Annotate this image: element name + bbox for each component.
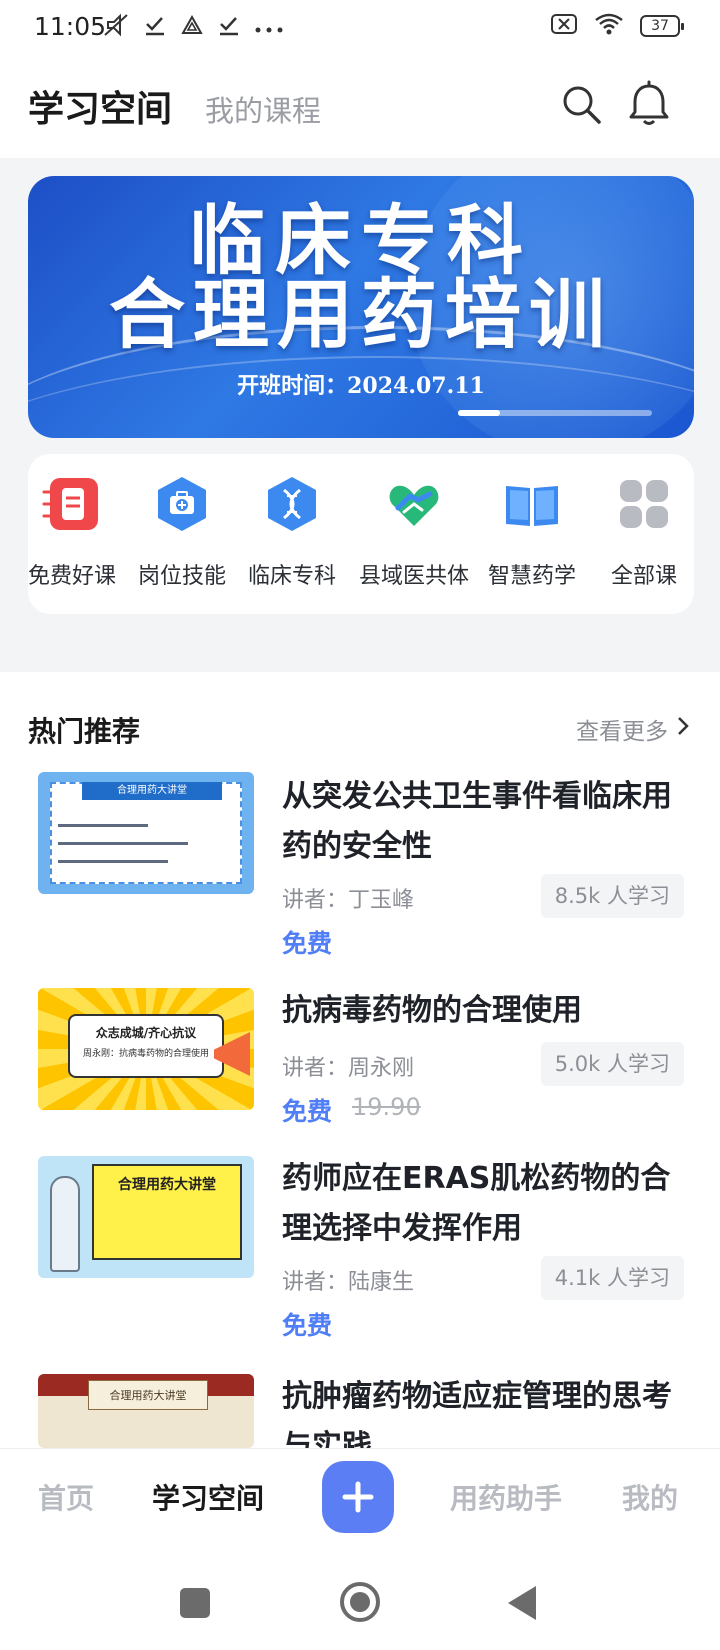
course-lecturer: 讲者：周永刚: [282, 1056, 415, 1081]
thumb-line: [58, 842, 188, 845]
category-clinical[interactable]: 临床专科: [232, 474, 352, 590]
category-label: 全部课: [610, 564, 677, 589]
banner-date: 开班时间：2024.07.11: [237, 373, 485, 399]
home-icon[interactable]: [340, 1582, 380, 1622]
status-bar: 11:05 37: [0, 0, 720, 52]
check-icon: [144, 14, 166, 43]
nav-home[interactable]: 首页: [38, 1477, 94, 1517]
book-icon: [502, 474, 562, 534]
doctor-figure: [50, 1176, 80, 1272]
category-label: 智慧药学: [487, 564, 576, 589]
category-all-courses[interactable]: 全部课: [584, 474, 694, 590]
course-price: 免费: [282, 1311, 333, 1340]
course-thumbnail: 众志成城/齐心抗议 周永刚：抗病毒药物的合理使用: [38, 988, 254, 1110]
category-job-skills[interactable]: 岗位技能: [122, 474, 242, 590]
view-more-link[interactable]: 查看更多: [576, 712, 690, 746]
dna-icon: [262, 474, 322, 534]
course-original-price: 19.90: [352, 1093, 421, 1121]
sim-off-icon: [550, 13, 578, 39]
category-label: 县域医共体: [358, 564, 469, 589]
thumb-title: 合理用药大讲堂: [82, 782, 222, 800]
course-title[interactable]: 抗肿瘤药物适应症管理的思考与实践: [282, 1372, 692, 1448]
handshake-heart-icon: [384, 474, 444, 534]
course-thumbnail: 合理用药大讲堂: [38, 772, 254, 894]
banner-title-line2: 合理用药培训: [109, 270, 613, 359]
category-smart-pharmacy[interactable]: 智慧药学: [472, 474, 592, 590]
thumb-card: 众志成城/齐心抗议 周永刚：抗病毒药物的合理使用: [68, 1014, 224, 1078]
course-title[interactable]: 药师应在ERAS肌松药物的合理选择中发挥作用: [282, 1154, 692, 1254]
free-course-icon: [42, 474, 102, 534]
course-title[interactable]: 从突发公共卫生事件看临床用药的安全性: [282, 772, 692, 872]
wifi-icon: [594, 12, 624, 40]
category-county-medical[interactable]: 县域医共体: [354, 474, 474, 590]
course-lecturer: 讲者：陆康生: [282, 1270, 415, 1295]
thumb-line: [58, 860, 168, 863]
promo-banner[interactable]: 临床专科 合理用药培训 开班时间：2024.07.11: [28, 176, 694, 438]
bottom-nav: 首页 学习空间 用药助手 我的: [0, 1448, 720, 1548]
learner-count-badge: 8.5k 人学习: [540, 874, 684, 918]
recent-apps-icon[interactable]: [180, 1588, 210, 1618]
plus-icon: [342, 1481, 374, 1513]
thumb-line: [58, 824, 148, 827]
nav-medication-assistant[interactable]: 用药助手: [450, 1477, 562, 1517]
search-icon[interactable]: [559, 82, 605, 128]
thumb-title: 合理用药大讲堂: [88, 1380, 208, 1410]
page-title[interactable]: 学习空间: [28, 80, 172, 132]
category-label: 免费好课: [28, 564, 116, 589]
status-left-icons: [102, 12, 284, 45]
thumb-card: 合理用药大讲堂: [92, 1164, 242, 1260]
cloud-icon: [180, 14, 204, 43]
category-free-course[interactable]: 免费好课: [28, 474, 132, 590]
banner-page-indicator: [458, 410, 652, 416]
category-label: 临床专科: [247, 564, 336, 589]
medkit-icon: [152, 474, 212, 534]
course-thumbnail: 合理用药大讲堂: [38, 1374, 254, 1448]
system-nav-bar: [0, 1548, 720, 1650]
learner-count-badge: 4.1k 人学习: [540, 1256, 684, 1300]
course-thumbnail: 合理用药大讲堂: [38, 1156, 254, 1278]
check-icon: [218, 14, 240, 43]
more-dots-icon: [254, 16, 284, 42]
category-card: 免费好课 岗位技能 临床专科 县域医共体 智慧药学 全部课: [28, 454, 694, 614]
course-title[interactable]: 抗病毒药物的合理使用: [282, 986, 692, 1036]
thumb-subtitle: 周永刚：抗病毒药物的合理使用: [82, 1049, 209, 1059]
category-label: 岗位技能: [137, 564, 226, 589]
nav-mine[interactable]: 我的: [622, 1477, 678, 1517]
section-title-hot: 热门推荐: [28, 715, 141, 748]
my-courses-tab[interactable]: 我的课程: [205, 88, 321, 130]
thumb-title: 众志成城/齐心抗议: [95, 1026, 197, 1040]
top-section: 临床专科 合理用药培训 开班时间：2024.07.11 免费好课 岗位技能 临床…: [0, 158, 720, 672]
thumb-title: 合理用药大讲堂: [118, 1177, 216, 1193]
status-time: 11:05: [34, 12, 107, 41]
add-button[interactable]: [322, 1461, 394, 1533]
banner-page-indicator-active: [458, 410, 500, 416]
chevron-right-icon: [676, 715, 690, 743]
nav-study-space[interactable]: 学习空间: [152, 1477, 264, 1517]
battery-icon: 37: [640, 15, 684, 37]
view-more-label: 查看更多: [576, 719, 668, 745]
course-price: 免费: [282, 929, 333, 958]
mute-icon: [102, 12, 130, 45]
course-lecturer: 讲者：丁玉峰: [282, 888, 415, 913]
status-right-icons: 37: [550, 12, 684, 40]
app-header: 学习空间 我的课程: [0, 52, 720, 158]
grid-icon: [614, 474, 674, 534]
bell-icon[interactable]: [626, 80, 672, 128]
learner-count-badge: 5.0k 人学习: [540, 1042, 684, 1086]
course-price: 免费: [282, 1097, 333, 1126]
back-icon[interactable]: [508, 1586, 536, 1620]
